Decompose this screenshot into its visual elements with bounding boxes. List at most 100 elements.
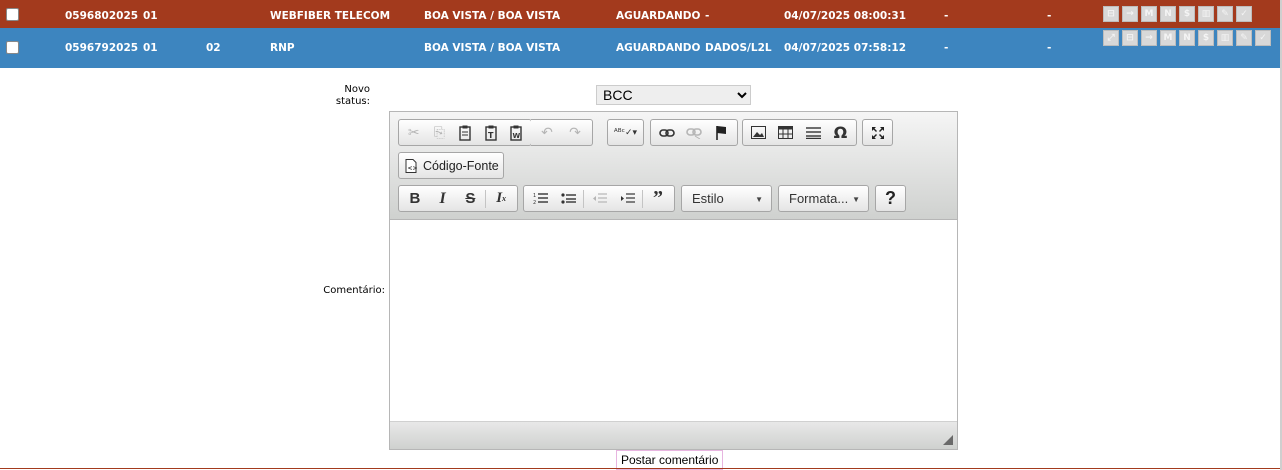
city: BOA VISTA / BOA VISTA [424,10,561,22]
comment-icon[interactable]: ✎ [1236,30,1252,46]
status: AGUARDANDO [616,42,701,54]
help-button[interactable]: ? [875,185,906,212]
svg-text:2: 2 [533,200,536,205]
horizontal-rule-icon[interactable] [800,120,827,145]
column-9: - [944,10,949,22]
source-button-label: Código-Fonte [423,158,499,173]
help-icon: ? [885,188,896,208]
clipboard-group: ✂ ⎘ T W [398,119,532,146]
resize-handle-icon[interactable] [943,435,953,445]
style-dropdown[interactable]: Estilo ▼ [681,185,772,212]
cut-icon[interactable]: ✂ [401,120,427,145]
outdent-icon[interactable] [585,186,613,211]
spellcheck-icon[interactable]: ᴬᴮᶜ✓▾ [610,120,641,145]
basicstyles-group: B I S Ix [398,185,518,212]
special-char-icon[interactable]: Ω [827,120,854,145]
new-status-label: Novo status: [335,84,370,107]
check-icon[interactable]: ✓ [1236,6,1252,22]
undo-icon[interactable]: ↶ [533,120,561,145]
new-status-select[interactable]: BCC [596,85,751,105]
forward-icon[interactable]: → [1141,30,1157,46]
editor-toolbar: ✂ ⎘ T W ↶ ↷ ᴬᴮᶜ✓▾ Ω <> Código-Fonte B I … [390,112,957,220]
comment-icon[interactable]: ✎ [1217,6,1233,22]
n-action-icon[interactable]: N [1160,6,1176,22]
datetime: 04/07/2025 07:58:12 [784,42,907,54]
document-icon[interactable]: ▥ [1217,30,1233,46]
spellcheck-group: ᴬᴮᶜ✓▾ [607,119,644,146]
sequence: 01 [143,10,158,22]
insert-group: Ω [742,119,857,146]
copy-icon[interactable]: ⎘ [427,120,453,145]
column-9: - [944,42,949,54]
column-10: - [1047,42,1052,54]
svg-text:1: 1 [533,193,536,199]
format-dropdown-label: Formata... [789,191,849,206]
dropdown-arrow-icon: ▼ [852,195,860,204]
format-dropdown[interactable]: Formata... ▼ [778,185,869,212]
sequence: 01 [143,42,158,54]
column-10: - [1047,10,1052,22]
paste-word-icon[interactable]: W [503,120,529,145]
bold-icon[interactable]: B [401,186,429,211]
status: AGUARDANDO [616,10,701,22]
lists-group: 12 ” [523,185,675,212]
indent-icon[interactable] [613,186,641,211]
numbered-list-icon[interactable]: 12 [526,186,554,211]
expand-icon[interactable]: ⤢ [1103,30,1119,46]
sub-sequence: 02 [206,42,221,54]
paste-icon[interactable] [452,120,478,145]
forward-icon[interactable]: → [1122,6,1138,22]
toolbar-separator [642,189,643,208]
city: BOA VISTA / BOA VISTA [424,42,561,54]
service: DADOS/L2L [705,42,772,54]
style-dropdown-label: Estilo [692,191,724,206]
undo-group: ↶ ↷ [531,119,593,146]
unlink-icon[interactable] [680,120,707,145]
row-checkbox[interactable] [6,8,19,21]
comment-label: Comentário: [323,285,385,296]
strikethrough-icon[interactable]: S [457,186,485,211]
toolbar-separator [583,189,584,208]
check-icon[interactable]: ✓ [1255,30,1271,46]
n-action-icon[interactable]: N [1179,30,1195,46]
row-actions: ⤢ ⊟ → M N $ ▥ ✎ ✓ [1103,30,1273,46]
post-comment-button[interactable]: Postar comentário [616,450,724,470]
italic-icon[interactable]: I [429,186,457,211]
print-icon[interactable]: ⊟ [1103,6,1119,22]
links-group [650,119,738,146]
table-icon[interactable] [772,120,799,145]
dollar-icon[interactable]: $ [1179,6,1195,22]
paste-text-icon[interactable]: T [478,120,504,145]
divider [0,468,1280,469]
blockquote-icon[interactable]: ” [644,186,672,211]
image-icon[interactable] [745,120,772,145]
editor-statusbar [390,421,957,449]
service: - [705,10,710,22]
datetime: 04/07/2025 08:00:31 [784,10,907,22]
link-icon[interactable] [653,120,680,145]
svg-text:W: W [513,132,521,140]
svg-text:T: T [488,131,494,140]
dropdown-arrow-icon: ▼ [755,195,763,204]
m-action-icon[interactable]: M [1141,6,1157,22]
m-action-icon[interactable]: M [1160,30,1176,46]
toolbar-separator [485,189,487,208]
client-name: RNP [270,42,295,54]
document-icon[interactable]: ▥ [1198,6,1214,22]
table-row[interactable]: 0596802025 01 WEBFIBER TELECOM BOA VISTA… [0,0,1280,28]
protocol: 0596802025 [65,10,139,22]
row-checkbox[interactable] [6,41,19,54]
anchor-flag-icon[interactable] [708,120,735,145]
svg-text:<>: <> [408,165,418,172]
table-row-selected[interactable]: 0596792025 01 02 RNP BOA VISTA / BOA VIS… [0,28,1280,68]
bullet-list-icon[interactable] [554,186,582,211]
editor-content-area[interactable] [390,220,957,421]
print-icon[interactable]: ⊟ [1122,30,1138,46]
redo-icon[interactable]: ↷ [561,120,589,145]
comment-editor[interactable]: ✂ ⎘ T W ↶ ↷ ᴬᴮᶜ✓▾ Ω <> Código-Fonte B I … [389,111,958,450]
maximize-icon[interactable] [865,120,890,145]
remove-format-icon[interactable]: Ix [487,186,515,211]
dollar-icon[interactable]: $ [1198,30,1214,46]
protocol: 0596792025 [65,42,139,54]
source-button[interactable]: <> Código-Fonte [398,152,504,179]
